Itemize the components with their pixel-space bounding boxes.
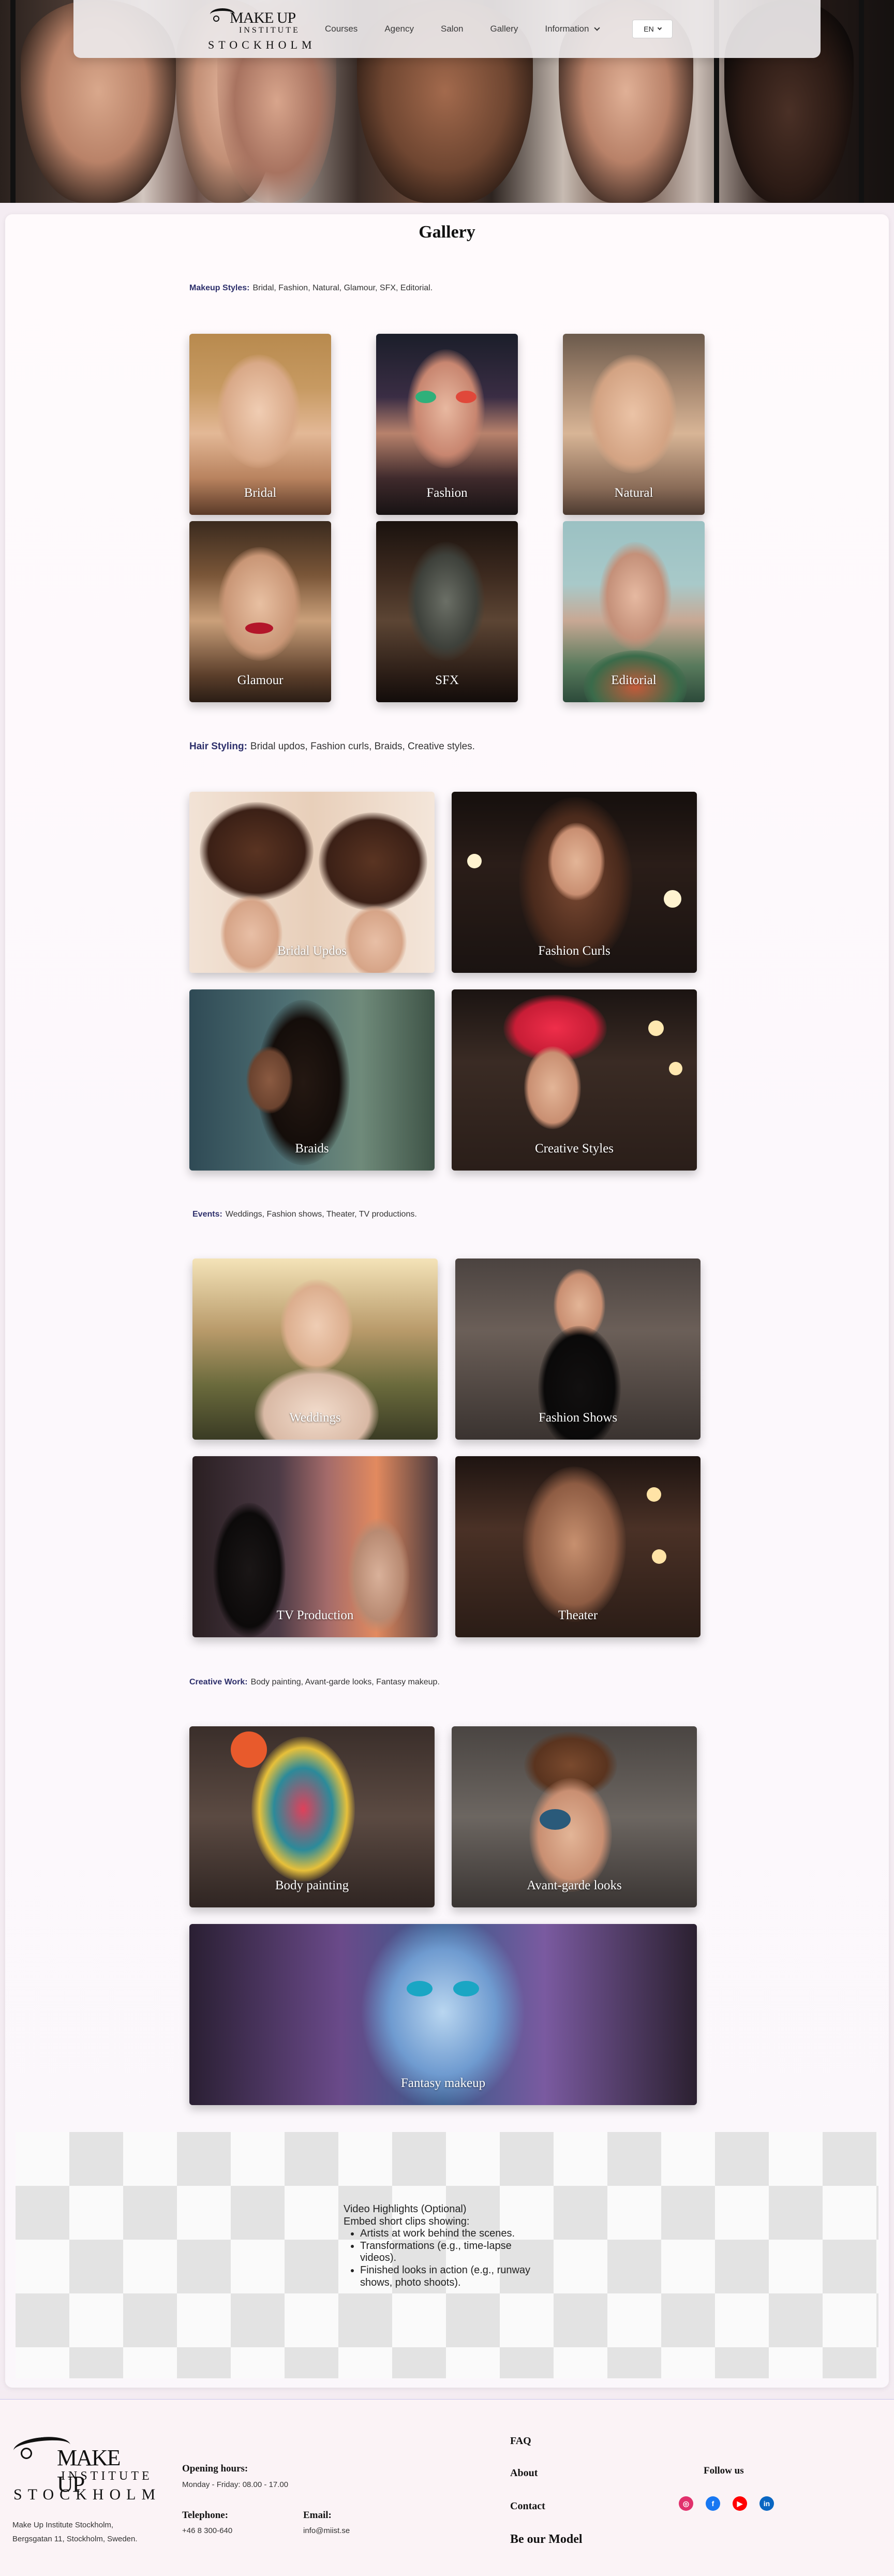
events-text: Weddings, Fashion shows, Theater, TV pro… — [225, 1210, 417, 1219]
logo-text-line3: STOCKHOLM — [208, 38, 316, 51]
footer-logo[interactable]: MAKE UP INSTITUTE STOCKHOLM — [12, 2432, 155, 2510]
gallery-image-bridal[interactable]: Bridal — [189, 334, 331, 515]
nav-link-information[interactable]: Information — [545, 24, 601, 34]
page-title: Gallery — [419, 223, 475, 242]
telephone-heading: Telephone: — [182, 2510, 229, 2521]
gallery-image-creative-styles[interactable]: Creative Styles — [452, 989, 697, 1171]
video-bullet-list: Artists at work behind the scenes. Trans… — [360, 2228, 550, 2289]
gallery-image-sfx[interactable]: SFX — [376, 521, 518, 702]
logo-text-line3: STOCKHOLM — [13, 2486, 161, 2503]
image-caption: Fashion Shows — [538, 1411, 618, 1425]
image-caption: Fashion Curls — [538, 944, 610, 958]
gallery-image-natural[interactable]: Natural — [563, 334, 705, 515]
follow-us-heading: Follow us — [704, 2465, 744, 2476]
gallery-image-theater[interactable]: Theater — [455, 1456, 701, 1637]
gallery-image-fashion-shows[interactable]: Fashion Shows — [455, 1259, 701, 1440]
video-title: Video Highlights (Optional) — [344, 2203, 467, 2215]
address-line: Bergsgatan 11, Stockholm, Sweden. — [12, 2535, 138, 2543]
logo-text-line2: INSTITUTE — [239, 26, 300, 35]
makeup-styles-text: Bridal, Fashion, Natural, Glamour, SFX, … — [252, 284, 433, 292]
gallery-image-fashion[interactable]: Fashion — [376, 334, 518, 515]
footer-link-be-our-model[interactable]: Be our Model — [510, 2533, 583, 2547]
footer-link-about[interactable]: About — [510, 2467, 538, 2479]
chevron-down-icon — [594, 24, 601, 31]
list-item: Transformations (e.g., time-lapse videos… — [360, 2240, 550, 2264]
language-value: EN — [644, 25, 654, 33]
creative-work-text: Body painting, Avant-garde looks, Fantas… — [250, 1678, 440, 1686]
facebook-icon[interactable]: f — [706, 2496, 720, 2511]
makeup-styles-line: Makeup Styles: Bridal, Fashion, Natural, … — [189, 284, 433, 293]
video-intro: Embed short clips showing: — [344, 2215, 470, 2227]
image-caption: Weddings — [289, 1411, 341, 1425]
gallery-image-glamour[interactable]: Glamour — [189, 521, 331, 702]
image-caption: Braids — [295, 1142, 329, 1156]
image-caption: Fantasy makeup — [400, 2076, 486, 2090]
gallery-image-fashion-curls[interactable]: Fashion Curls — [452, 792, 697, 973]
address-line: Make Up Institute Stockholm, — [12, 2521, 114, 2529]
image-caption: SFX — [435, 673, 459, 687]
gallery-image-avant-garde-looks[interactable]: Avant-garde looks — [452, 1726, 697, 1907]
site-logo[interactable]: MAKE UP INSTITUTE STOCKHOLM — [207, 4, 312, 54]
window-frame — [859, 0, 864, 203]
email-value[interactable]: info@miist.se — [303, 2526, 350, 2535]
opening-hours-heading: Opening hours: — [182, 2463, 248, 2474]
hair-styling-heading: Hair Styling: — [189, 741, 247, 752]
image-caption: Natural — [614, 486, 653, 500]
email-heading: Email: — [303, 2510, 332, 2521]
top-navigation: MAKE UP INSTITUTE STOCKHOLM Courses Agen… — [73, 0, 821, 58]
image-caption: Bridal Updos — [277, 944, 347, 958]
nav-link-gallery[interactable]: Gallery — [490, 24, 518, 34]
events-heading: Events: — [192, 1210, 222, 1219]
list-item: Artists at work behind the scenes. — [360, 2228, 550, 2240]
gallery-image-weddings[interactable]: Weddings — [192, 1259, 438, 1440]
image-caption: Body painting — [275, 1878, 349, 1892]
logo-text-line2: INSTITUTE — [61, 2469, 153, 2483]
gallery-image-fantasy-makeup[interactable]: Fantasy makeup — [189, 1924, 697, 2105]
nav-link-agency[interactable]: Agency — [384, 24, 414, 34]
youtube-icon[interactable]: ▶ — [733, 2496, 747, 2511]
image-caption: Editorial — [611, 673, 657, 687]
list-item: Finished looks in action (e.g., runway s… — [360, 2264, 550, 2289]
gallery-image-body-painting[interactable]: Body painting — [189, 1726, 435, 1907]
logo-text-line1: MAKE UP — [230, 9, 296, 26]
language-selector[interactable]: EN — [632, 20, 673, 38]
nav-information-label: Information — [545, 24, 589, 34]
hair-styling-text: Bridal updos, Fashion curls, Braids, Cre… — [250, 741, 475, 752]
image-caption: Avant-garde looks — [527, 1878, 622, 1892]
image-caption: TV Production — [276, 1608, 354, 1622]
footer-link-contact[interactable]: Contact — [510, 2500, 545, 2512]
creative-work-line: Creative Work: Body painting, Avant-garde… — [189, 1678, 440, 1687]
creative-work-heading: Creative Work: — [189, 1678, 248, 1686]
footer-link-faq[interactable]: FAQ — [510, 2435, 531, 2447]
image-caption: Fashion — [426, 486, 468, 500]
instagram-icon[interactable]: ◎ — [679, 2496, 693, 2511]
events-line: Events: Weddings, Fashion shows, Theater,… — [192, 1210, 417, 1219]
linkedin-icon[interactable]: in — [759, 2496, 774, 2511]
image-caption: Glamour — [237, 673, 284, 687]
makeup-styles-heading: Makeup Styles: — [189, 284, 250, 292]
main-menu: Courses Agency Salon Gallery Information — [325, 24, 626, 34]
footer-address: Make Up Institute Stockholm, Bergsgatan … — [12, 2518, 138, 2546]
image-caption: Creative Styles — [534, 1142, 614, 1156]
telephone-value[interactable]: +46 8 300-640 — [182, 2526, 232, 2535]
gallery-image-braids[interactable]: Braids — [189, 989, 435, 1171]
hair-styling-line: Hair Styling: Bridal updos, Fashion curls… — [189, 741, 475, 752]
image-caption: Theater — [558, 1608, 598, 1622]
video-highlights-text: Video Highlights (Optional) Embed short … — [344, 2203, 550, 2289]
gallery-image-tv-production[interactable]: TV Production — [192, 1456, 438, 1637]
image-caption: Bridal — [244, 486, 277, 500]
chevron-down-icon — [657, 25, 662, 30]
gallery-image-bridal-updos[interactable]: Bridal Updos — [189, 792, 435, 973]
logo-eye-mark — [213, 16, 219, 22]
gallery-image-editorial[interactable]: Editorial — [563, 521, 705, 702]
window-frame — [10, 0, 16, 203]
logo-eye-mark — [21, 2448, 32, 2459]
nav-link-salon[interactable]: Salon — [441, 24, 463, 34]
opening-hours-value: Monday - Friday: 08.00 - 17.00 — [182, 2480, 289, 2489]
nav-link-courses[interactable]: Courses — [325, 24, 357, 34]
